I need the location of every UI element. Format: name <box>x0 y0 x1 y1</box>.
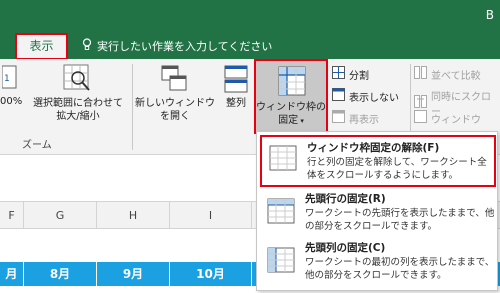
hide-window-icon <box>332 88 345 104</box>
month-cell[interactable]: 8月 <box>24 262 97 286</box>
month-cell[interactable]: 9月 <box>97 262 170 286</box>
excel-window: B 表示 実行したい作業を入力してください 1 00% 選択範囲に合わせて 拡大… <box>0 0 500 293</box>
freeze-label-2: 固定 <box>278 115 299 126</box>
menu-item-unfreeze-panes[interactable]: ウィンドウ枠固定の解除(F) 行と列の固定を解除して、ワークシート全体をスクロー… <box>260 135 496 187</box>
menu-item-freeze-top-row[interactable]: 先頭行の固定(R) ワークシートの先頭行を表示したままで、他の部分をスクロールで… <box>257 188 497 240</box>
split-icon <box>332 66 345 82</box>
title-fragment: B <box>485 8 494 22</box>
tell-me-text: 実行したい作業を入力してください <box>97 40 273 53</box>
unfreeze-panes-icon <box>269 145 297 175</box>
lightbulb-icon <box>82 38 92 54</box>
dropdown-arrow-icon: ▾ <box>298 117 304 125</box>
zoom-selection-label-2: 拡大/縮小 <box>56 111 100 122</box>
menu-item-title: 先頭行の固定(R) <box>305 193 386 205</box>
split-label: 分割 <box>349 70 369 82</box>
freeze-label-1: ウィンドウ枠の <box>256 102 326 113</box>
column-header[interactable]: G <box>24 202 97 230</box>
hide-button[interactable]: 表示しない <box>332 88 399 104</box>
freeze-first-column-icon <box>267 247 295 277</box>
title-bar: B <box>0 0 500 31</box>
reset-position-label: ウィンドウ <box>431 114 481 126</box>
freeze-top-row-icon <box>267 198 295 228</box>
menu-item-title: 先頭列の固定(C) <box>305 242 386 254</box>
tell-me-box[interactable]: 実行したい作業を入力してください <box>82 36 272 56</box>
svg-text:1: 1 <box>4 74 10 84</box>
menu-item-description: ワークシートの先頭行を表示したままで、他の部分をスクロールできます。 <box>305 208 495 232</box>
arrange-all-button[interactable]: 整列 <box>220 64 252 110</box>
hide-label: 表示しない <box>349 92 399 104</box>
reset-window-position-button[interactable]: ウィンドウ <box>414 110 481 126</box>
menu-item-description: 行と列の固定を解除して、ワークシート全体をスクロールするようにします。 <box>307 157 487 181</box>
menu-item-description: ワークシートの最初の列を表示したままで、他の部分をスクロールできます。 <box>305 257 495 281</box>
side-by-side-icon <box>414 66 427 82</box>
new-window-icon <box>160 64 190 94</box>
month-cell[interactable]: 月 <box>0 262 24 286</box>
unhide-button[interactable]: 再表示 <box>332 110 379 126</box>
split-button[interactable]: 分割 <box>332 66 369 82</box>
side-by-side-label: 並べて比較 <box>431 70 481 82</box>
group-separator <box>132 64 133 150</box>
zoom-to-selection-button[interactable]: 選択範囲に合わせて 拡大/縮小 <box>26 64 130 123</box>
menu-item-freeze-first-column[interactable]: 先頭列の固定(C) ワークシートの最初の列を表示したままで、他の部分をスクロール… <box>257 237 497 289</box>
new-window-label-1: 新しいウィンドウ <box>135 98 215 109</box>
sync-scroll-icon <box>414 95 427 111</box>
freeze-panes-icon <box>278 66 306 100</box>
unhide-label: 再表示 <box>349 114 379 126</box>
view-side-by-side-button[interactable]: 並べて比較 <box>414 66 481 82</box>
new-window-button[interactable]: 新しいウィンドウ を開く <box>134 64 216 123</box>
unhide-window-icon <box>332 110 345 126</box>
month-cell[interactable]: 10月 <box>170 262 252 286</box>
zoom-group-label: ズーム <box>22 140 52 151</box>
freeze-panes-button[interactable]: ウィンドウ枠の 固定 ▾ <box>254 59 328 134</box>
column-header[interactable]: H <box>97 202 170 230</box>
zoom-100-label: 00% <box>0 96 23 107</box>
column-header[interactable]: I <box>170 202 252 230</box>
zoom-to-selection-icon <box>63 64 93 94</box>
zoom-100-icon: 1 <box>1 64 18 92</box>
arrange-label: 整列 <box>226 98 246 109</box>
new-window-label-2: を開く <box>160 111 190 122</box>
column-header[interactable]: F <box>0 202 24 230</box>
tab-view[interactable]: 表示 <box>15 33 68 60</box>
zoom-selection-label-1: 選択範囲に合わせて <box>33 98 123 109</box>
zoom-100-button[interactable]: 1 00% <box>0 64 23 108</box>
reset-position-icon <box>414 110 427 126</box>
arrange-icon <box>223 64 249 94</box>
menu-item-title: ウィンドウ枠固定の解除(F) <box>307 142 440 154</box>
freeze-panes-menu: ウィンドウ枠固定の解除(F) 行と列の固定を解除して、ワークシート全体をスクロー… <box>256 131 498 291</box>
